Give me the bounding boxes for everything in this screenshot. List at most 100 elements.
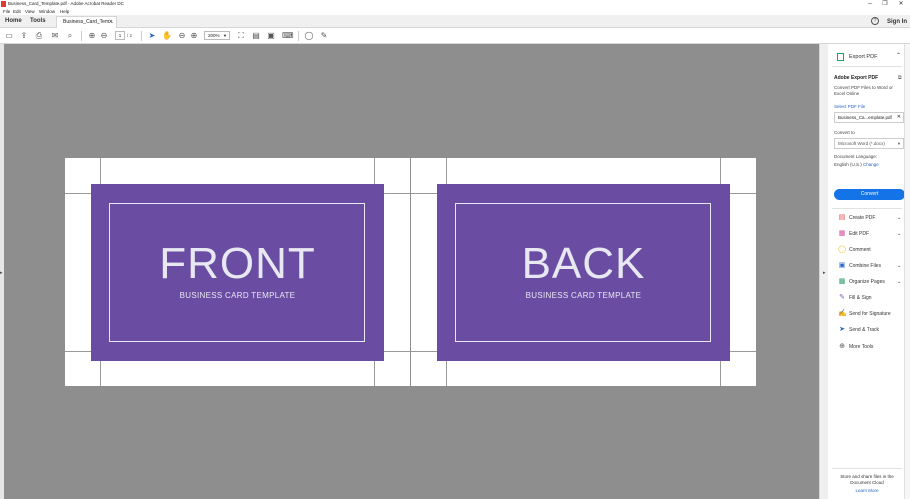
tool-label: Organize Pages — [849, 279, 885, 285]
chevron-up-icon[interactable]: ⌃ — [896, 52, 901, 59]
pdf-page-front: FRONT BUSINESS CARD TEMPLATE — [65, 158, 410, 386]
export-description: Convert PDF Files to Word or Excel Onlin… — [834, 85, 893, 96]
crop-mark — [65, 193, 91, 194]
panel-divider — [832, 66, 902, 67]
crop-mark — [100, 158, 101, 184]
tool-label: Comment — [849, 247, 871, 253]
menu-view[interactable]: View — [25, 9, 35, 14]
tool-send-track[interactable]: ➤ Send & Track — [828, 324, 904, 336]
zoom-out-icon[interactable]: ⊖ — [177, 31, 187, 41]
crop-mark — [411, 193, 437, 194]
tool-fill-sign[interactable]: ✎ Fill & Sign — [828, 292, 904, 304]
comment-tool-icon[interactable]: ◯ — [304, 31, 314, 41]
zoom-select[interactable]: 200% ▼ — [204, 31, 230, 40]
tool-label: More Tools — [849, 344, 874, 350]
fit-page-icon[interactable]: ⛶ — [236, 31, 246, 41]
fill-sign-icon: ✎ — [839, 294, 845, 301]
save-icon[interactable]: ▭ — [4, 31, 14, 41]
tab-home[interactable]: Home — [5, 17, 22, 26]
comment-icon: ◯ — [838, 246, 846, 253]
page-number-input[interactable]: 1 — [115, 31, 125, 40]
email-icon[interactable]: ✉ — [50, 31, 60, 41]
crop-mark — [720, 158, 721, 184]
menu-file[interactable]: File — [3, 9, 10, 14]
vertical-scrollbar[interactable] — [904, 44, 910, 499]
next-page-icon[interactable]: ⊖ — [99, 31, 109, 41]
select-pdf-link[interactable]: Select PDF File — [834, 104, 865, 110]
chevron-down-icon[interactable]: ⌄ — [897, 278, 901, 286]
convert-to-label: Convert to — [834, 130, 855, 135]
convert-button[interactable]: Convert — [834, 189, 905, 200]
hand-tool-icon[interactable]: ✋ — [162, 31, 172, 41]
front-heading: FRONT — [159, 239, 316, 288]
pdf-page-back: BACK BUSINESS CARD TEMPLATE — [411, 158, 756, 386]
crop-mark — [730, 193, 756, 194]
tab-document[interactable]: Business_Card_Tem... ✕ — [56, 16, 117, 28]
crop-mark — [384, 351, 410, 352]
panel-divider — [832, 468, 902, 469]
create-pdf-icon: ▤ — [838, 214, 846, 221]
chevron-right-icon: ▸ — [0, 270, 3, 276]
tool-send-signature[interactable]: ✍ Send for Signature — [828, 308, 904, 320]
tool-organize-pages[interactable]: ▩ Organize Pages ⌄ — [828, 276, 904, 288]
chevron-down-icon[interactable]: ⌄ — [897, 262, 901, 270]
close-tab-icon[interactable]: ✕ — [109, 19, 113, 26]
search-icon[interactable]: ⌕ — [65, 31, 75, 41]
chevron-down-icon: ▼ — [223, 33, 227, 38]
tool-comment[interactable]: ◯ Comment — [828, 244, 904, 256]
convert-to-select[interactable]: Microsoft Word (*.docx) ▼ — [834, 138, 904, 149]
panel-divider — [832, 208, 902, 209]
previous-page-icon[interactable]: ⊕ — [87, 31, 97, 41]
selected-file-field: Business_Ca...emplate.pdf ✕ — [834, 112, 904, 123]
pin-icon[interactable]: ⧉ — [898, 75, 902, 81]
help-icon[interactable]: ? — [871, 17, 879, 25]
send-signature-icon: ✍ — [838, 310, 847, 317]
back-heading: BACK — [521, 239, 646, 288]
file-name: Business_Ca...emplate.pdf — [838, 115, 892, 120]
tool-label: Send for Signature — [849, 311, 891, 317]
tool-more-tools[interactable]: ⊕ More Tools — [828, 341, 904, 353]
tool-label: Create PDF — [849, 215, 876, 221]
restore-button[interactable]: ❐ — [878, 0, 892, 8]
toolbar-divider — [81, 31, 82, 41]
tool-label: Edit PDF — [849, 231, 870, 237]
close-window-button[interactable]: ✕ — [894, 0, 908, 8]
export-section-title: Adobe Export PDF — [834, 75, 879, 81]
change-language-link[interactable]: Change — [863, 162, 879, 168]
tool-label: Combine Files — [849, 263, 881, 269]
select-cursor-icon[interactable]: ➤ — [147, 31, 157, 41]
menu-help[interactable]: Help — [60, 9, 69, 14]
chevron-right-icon: ▸ — [823, 270, 826, 276]
crop-mark — [100, 361, 101, 386]
right-pane-toggle[interactable]: ▸ — [819, 44, 828, 499]
full-screen-icon[interactable]: ▣ — [266, 31, 276, 41]
chevron-down-icon[interactable]: ⌄ — [897, 230, 901, 238]
zoom-in-icon[interactable]: ⊕ — [189, 31, 199, 41]
toolbar: ▭ ⇪ ⎙ ✉ ⌕ ⊕ ⊖ 1 / 2 ➤ ✋ ⊖ ⊕ 200% ▼ ⛶ ▤ ▣ … — [0, 28, 910, 44]
minimize-button[interactable]: ─ — [863, 0, 877, 8]
tool-edit-pdf[interactable]: ▦ Edit PDF ⌄ — [828, 228, 904, 240]
sign-in-button[interactable]: Sign In — [887, 18, 907, 26]
upload-icon[interactable]: ⇪ — [19, 31, 29, 41]
keyboard-tool-icon[interactable]: ⌨ — [282, 31, 294, 41]
crop-mark — [730, 351, 756, 352]
front-card: FRONT BUSINESS CARD TEMPLATE — [91, 184, 384, 361]
tab-tools[interactable]: Tools — [30, 17, 46, 26]
toolbar-divider — [141, 31, 142, 41]
tool-combine-files[interactable]: ▣ Combine Files ⌄ — [828, 260, 904, 272]
scrolling-mode-icon[interactable]: ▤ — [251, 31, 261, 41]
menu-edit[interactable]: Edit — [13, 9, 21, 14]
menu-window[interactable]: Window — [39, 9, 55, 14]
highlight-pen-icon[interactable]: ✎ — [319, 31, 329, 41]
tools-pane: Export PDF ⌃ Adobe Export PDF ⧉ Convert … — [828, 44, 905, 499]
remove-file-icon[interactable]: ✕ — [897, 113, 901, 122]
learn-more-link[interactable]: Learn More — [830, 488, 904, 494]
export-pdf-header[interactable]: Export PDF — [849, 53, 877, 61]
print-icon[interactable]: ⎙ — [34, 31, 44, 41]
document-language-value: English (U.S.) — [834, 162, 862, 167]
chevron-down-icon: ▼ — [897, 141, 901, 146]
tool-create-pdf[interactable]: ▤ Create PDF ⌄ — [828, 212, 904, 224]
tool-label: Fill & Sign — [849, 295, 872, 301]
menu-bar: File Edit View Window Help — [0, 8, 910, 15]
chevron-down-icon[interactable]: ⌄ — [897, 214, 901, 222]
